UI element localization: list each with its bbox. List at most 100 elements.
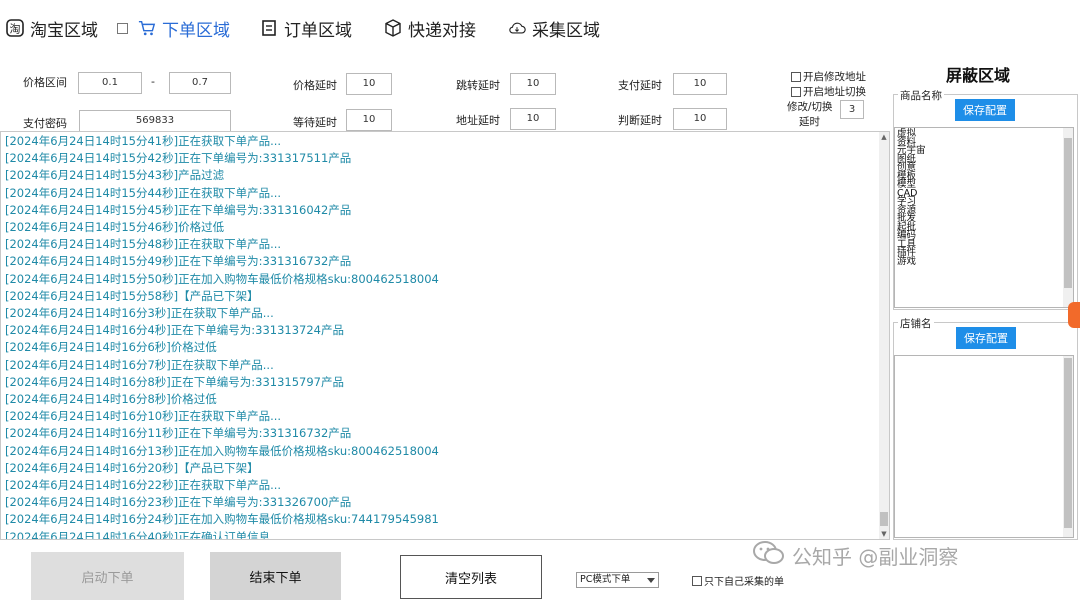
jump-delay-label: 跳转延时 — [456, 79, 500, 92]
only-self-checkbox[interactable] — [692, 575, 702, 586]
log-line: [2024年6月24日14时16分8秒]正在下单编号为:331315797产品 — [5, 374, 344, 389]
log-line: [2024年6月24日14时15分45秒]正在下单编号为:331316042产品 — [5, 202, 352, 217]
modify-address-checkbox[interactable] — [791, 71, 801, 82]
shop-name-label: 店铺名 — [898, 316, 934, 331]
price-range-label: 价格区间 — [23, 76, 67, 89]
keyword-scrollbar[interactable] — [1063, 128, 1073, 307]
log-line: [2024年6月24日14时16分4秒]正在下单编号为:331313724产品 — [5, 323, 344, 338]
modify-address-label: 开启修改地址 — [803, 71, 866, 83]
address-switch-label: 开启地址切换 — [803, 86, 866, 98]
log-line: [2024年6月24日14时15分41秒]正在获取下单产品... — [5, 134, 282, 148]
keyword-lines: 虚拟 资料 元宇宙 图纸 创意 模板 模型 CAD 学习 资源 批发 起批 编码… — [897, 129, 926, 267]
pay-delay-input[interactable]: 10 — [673, 73, 727, 95]
scroll-down-icon[interactable]: ▼ — [879, 529, 889, 539]
keyword-scroll-thumb[interactable] — [1064, 138, 1072, 288]
watermark-text: 公知乎 @副业洞察 — [792, 545, 959, 569]
log-line: [2024年6月24日14时15分50秒]正在加入购物车最低价格规格sku:80… — [5, 271, 439, 286]
package-icon — [384, 19, 402, 37]
nav-collect[interactable]: 采集区域 — [508, 14, 600, 42]
wait-delay-input[interactable]: 10 — [346, 109, 392, 131]
block-area-title: 屏蔽区域 — [946, 66, 1011, 85]
shop-list-scrollbar[interactable] — [1063, 356, 1073, 537]
pay-delay-label: 支付延时 — [618, 79, 662, 92]
chevron-down-icon — [647, 578, 655, 583]
save-shop-config-button[interactable]: 保存配置 — [956, 327, 1016, 349]
address-delay-input[interactable]: 10 — [510, 108, 556, 130]
log-line: [2024年6月24日14时15分46秒]价格过低 — [5, 220, 225, 235]
jump-delay-input[interactable]: 10 — [510, 73, 556, 95]
save-product-config-button[interactable]: 保存配置 — [955, 99, 1015, 121]
enable-address-switch[interactable]: 开启地址切换 — [791, 84, 866, 99]
modify-switch-delay-input[interactable]: 3 — [840, 100, 864, 119]
address-switch-checkbox[interactable] — [791, 86, 801, 97]
wechat-icon — [752, 540, 786, 571]
log-scroll-thumb[interactable] — [880, 512, 888, 526]
end-order-button[interactable]: 结束下单 — [210, 552, 341, 600]
keyword-item: 游戏 — [897, 255, 917, 267]
log-line: [2024年6月24日14时16分40秒]正在确认订单信息 — [5, 529, 271, 540]
nav-order-place[interactable]: 下单区域 — [117, 14, 230, 42]
log-line: [2024年6月24日14时16分20秒]【产品已下架】 — [5, 460, 259, 475]
modify-switch-delay-label-1: 修改/切换 — [787, 101, 833, 113]
pay-password-label: 支付密码 — [23, 117, 67, 130]
log-line: [2024年6月24日14时15分42秒]正在下单编号为:331317511产品 — [5, 151, 352, 166]
start-order-button[interactable]: 启动下单 — [31, 552, 184, 600]
shop-scroll-thumb[interactable] — [1064, 358, 1072, 528]
price-delay-label: 价格延时 — [293, 79, 337, 92]
log-line: [2024年6月24日14时16分3秒]正在获取下单产品... — [5, 306, 274, 321]
log-lines: [2024年6月24日14时15分41秒]正在获取下单产品... [2024年6… — [5, 133, 877, 540]
order-mode-select[interactable]: PC模式下单 — [576, 572, 659, 588]
log-line: [2024年6月24日14时16分8秒]价格过低 — [5, 392, 217, 407]
judge-delay-label: 判断延时 — [618, 114, 662, 127]
log-line: [2024年6月24日14时15分48秒]正在获取下单产品... — [5, 237, 282, 252]
log-line: [2024年6月24日14时16分11秒]正在下单编号为:331316732产品 — [5, 426, 352, 441]
log-line: [2024年6月24日14时15分58秒]【产品已下架】 — [5, 288, 259, 303]
enable-modify-address[interactable]: 开启修改地址 — [791, 69, 866, 84]
log-line: [2024年6月24日14时15分44秒]正在获取下单产品... — [5, 185, 282, 200]
svg-text:淘: 淘 — [10, 23, 21, 36]
nav-orders[interactable]: 订单区域 — [260, 14, 352, 42]
log-line: [2024年6月24日14时16分13秒]正在加入购物车最低价格规格sku:80… — [5, 443, 439, 458]
product-keyword-list[interactable]: 虚拟 资料 元宇宙 图纸 创意 模板 模型 CAD 学习 资源 批发 起批 编码… — [894, 127, 1074, 308]
log-scrollbar[interactable]: ▲ ▼ — [879, 132, 889, 539]
only-self-collected[interactable]: 只下自己采集的单 — [692, 573, 784, 588]
watermark: 公知乎 @副业洞察 — [752, 540, 958, 571]
modify-switch-delay-label-2: 延时 — [799, 116, 820, 128]
address-delay-label: 地址延时 — [456, 114, 500, 127]
log-line: [2024年6月24日14时15分43秒]产品过滤 — [5, 168, 225, 183]
nav-order-place-label: 下单区域 — [162, 20, 230, 41]
nav-express-label: 快递对接 — [408, 20, 476, 41]
log-line: [2024年6月24日14时16分22秒]正在获取下单产品... — [5, 478, 282, 493]
cloud-icon — [508, 19, 526, 37]
log-line: [2024年6月24日14时16分7秒]正在获取下单产品... — [5, 357, 274, 372]
pay-password-input[interactable]: 569833 — [79, 110, 231, 132]
range-dash: - — [151, 75, 155, 88]
wait-delay-label: 等待延时 — [293, 116, 337, 129]
shop-name-list[interactable] — [894, 355, 1074, 538]
nav-taobao-label: 淘宝区域 — [30, 20, 98, 41]
scroll-up-icon[interactable]: ▲ — [879, 132, 889, 142]
log-line: [2024年6月24日14时16分6秒]价格过低 — [5, 340, 217, 355]
price-min-input[interactable]: 0.1 — [78, 72, 142, 94]
nav-collect-label: 采集区域 — [532, 20, 600, 41]
nav-checkbox[interactable] — [117, 22, 128, 34]
cart-icon — [138, 19, 156, 37]
nav-taobao[interactable]: 淘 淘宝区域 — [6, 14, 98, 42]
log-line: [2024年6月24日14时16分23秒]正在下单编号为:331326700产品 — [5, 495, 352, 510]
log-panel[interactable]: [2024年6月24日14时15分41秒]正在获取下单产品... [2024年6… — [0, 131, 890, 540]
price-delay-input[interactable]: 10 — [346, 73, 392, 95]
only-self-label: 只下自己采集的单 — [704, 577, 784, 588]
nav-orders-label: 订单区域 — [284, 20, 352, 41]
price-max-input[interactable]: 0.7 — [169, 72, 231, 94]
clear-list-button[interactable]: 清空列表 — [400, 555, 542, 599]
log-line: [2024年6月24日14时16分10秒]正在获取下单产品... — [5, 409, 282, 424]
side-tab-icon[interactable] — [1068, 302, 1080, 328]
nav-express[interactable]: 快递对接 — [384, 14, 476, 42]
order-list-icon — [260, 19, 278, 37]
order-mode-value: PC模式下单 — [580, 574, 631, 585]
log-line: [2024年6月24日14时15分49秒]正在下单编号为:331316732产品 — [5, 254, 352, 269]
judge-delay-input[interactable]: 10 — [673, 108, 727, 130]
product-name-label: 商品名称 — [898, 88, 944, 103]
taobao-icon: 淘 — [6, 19, 24, 37]
log-line: [2024年6月24日14时16分24秒]正在加入购物车最低价格规格sku:74… — [5, 512, 439, 527]
